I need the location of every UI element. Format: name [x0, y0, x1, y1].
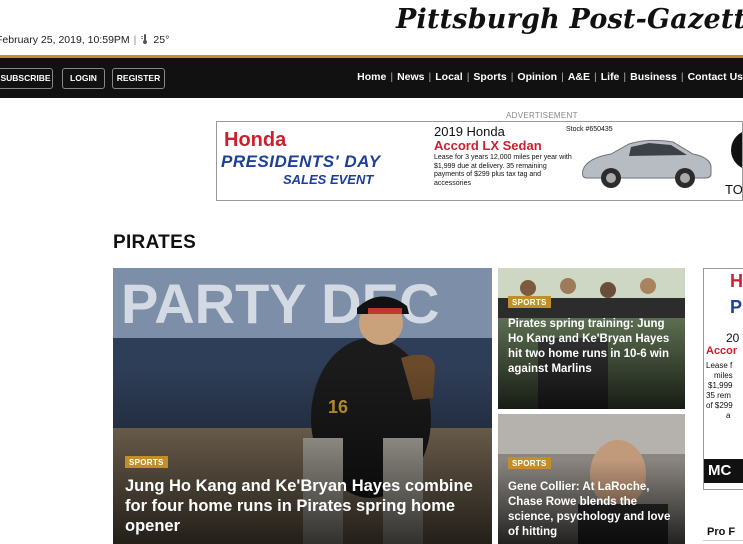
nav-divider: | — [510, 71, 514, 83]
masthead: February 25, 2019, 10:59PM | 25° Pittsburg… — [0, 0, 743, 55]
nav-divider: | — [428, 71, 432, 83]
honda-ad-banner[interactable]: Honda PRESIDENTS' DAY SALES EVENT 2019 H… — [216, 121, 743, 201]
nav-business[interactable]: Business — [630, 71, 677, 83]
nav-divider: | — [561, 71, 564, 83]
main-nav: Home | News | Local | Sports | Opinion | A&E | Life |… — [357, 71, 743, 83]
nav-sports[interactable]: Sports — [473, 71, 506, 83]
nav-home[interactable]: Home — [357, 71, 386, 83]
register-button[interactable]: REGISTER — [112, 68, 165, 89]
rail-ad-text: H — [730, 271, 743, 291]
nav-opinion[interactable]: Opinion — [517, 71, 557, 83]
ad-model: 2019 Honda — [434, 124, 505, 139]
nav-life[interactable]: Life — [601, 71, 620, 83]
ad-event-title: PRESIDENTS' DAY — [221, 152, 381, 171]
rail-ad-text: 20 — [726, 331, 740, 345]
dateline-separator: | — [133, 34, 137, 46]
ad-trim: Accord LX Sedan — [434, 138, 542, 153]
side-story-card[interactable]: SPORTS Gene Collier: At LaRoche, Chase R… — [498, 414, 685, 544]
rail-subheading[interactable]: Pro F — [707, 526, 735, 538]
thermometer-icon — [140, 34, 150, 44]
nav-ae[interactable]: A&E — [568, 71, 590, 83]
site-logo[interactable]: Pittsburgh Post-Gazette — [396, 4, 743, 35]
ad-brand: Honda — [224, 129, 287, 151]
side-story-headline[interactable]: Pirates spring training: Jung Ho Kang an… — [508, 317, 680, 377]
lead-story-tag[interactable]: SPORTS — [125, 456, 168, 468]
nav-news[interactable]: News — [397, 71, 424, 83]
side-story-tag[interactable]: SPORTS — [508, 457, 551, 469]
rail-ad-text: $1,999 — [708, 381, 733, 390]
rail-ad-text: a — [726, 411, 731, 420]
nav-divider: | — [680, 71, 684, 83]
rail-ad-text: 35 rem — [706, 391, 731, 400]
nav-divider: | — [594, 71, 597, 83]
login-button[interactable]: LOGIN — [62, 68, 105, 89]
rail-ad-dealer: MC — [704, 459, 743, 483]
advertisement-label: ADVERTISEMENT — [506, 111, 578, 120]
rail-ad[interactable]: H P 20 Accor Lease f miles $1,999 35 rem… — [703, 268, 743, 490]
rail-ad-text: P — [730, 297, 743, 317]
side-story-card[interactable]: SPORTS Pirates spring training: Jung Ho … — [498, 268, 685, 409]
nav-local[interactable]: Local — [435, 71, 462, 83]
nav-divider: | — [466, 71, 470, 83]
ad-dealer-badge — [731, 130, 742, 170]
temperature-text: 25° — [153, 34, 170, 46]
subscribe-button[interactable]: SUBSCRIBE — [0, 68, 53, 89]
nav-divider: | — [623, 71, 627, 83]
nav-divider: | — [390, 71, 394, 83]
section-title[interactable]: PIRATES — [113, 232, 196, 254]
ad-lease-terms: Lease for 3 years 12,000 miles per year … — [434, 154, 572, 187]
ad-dealer-fragment: TOV — [725, 182, 743, 197]
rail-ad-text: Accor — [706, 345, 738, 357]
side-story-headline[interactable]: Gene Collier: At LaRoche, Chase Rowe ble… — [508, 480, 680, 540]
date-text: February 25, 2019, 10:59PM — [0, 34, 130, 46]
nav-contact-us[interactable]: Contact Us — [688, 71, 743, 83]
ad-event-subtitle: SALES EVENT — [283, 172, 374, 187]
dateline: February 25, 2019, 10:59PM | 25° — [0, 34, 169, 46]
rail-divider — [703, 540, 743, 541]
rail-ad-text: miles — [714, 371, 733, 380]
nav-bar: SUBSCRIBE LOGIN REGISTER Home | News | Local… — [0, 58, 743, 98]
rail-ad-text: of $299 — [706, 401, 733, 410]
lead-story-card[interactable]: PARTY DEC 16 SPORTS Jung Ho Kang and Ke'… — [113, 268, 492, 544]
car-image-icon — [577, 132, 717, 197]
side-story-tag[interactable]: SPORTS — [508, 296, 551, 308]
lead-story-headline[interactable]: Jung Ho Kang and Ke'Bryan Hayes combine … — [125, 476, 485, 536]
rail-ad-text: Lease f — [706, 361, 733, 370]
